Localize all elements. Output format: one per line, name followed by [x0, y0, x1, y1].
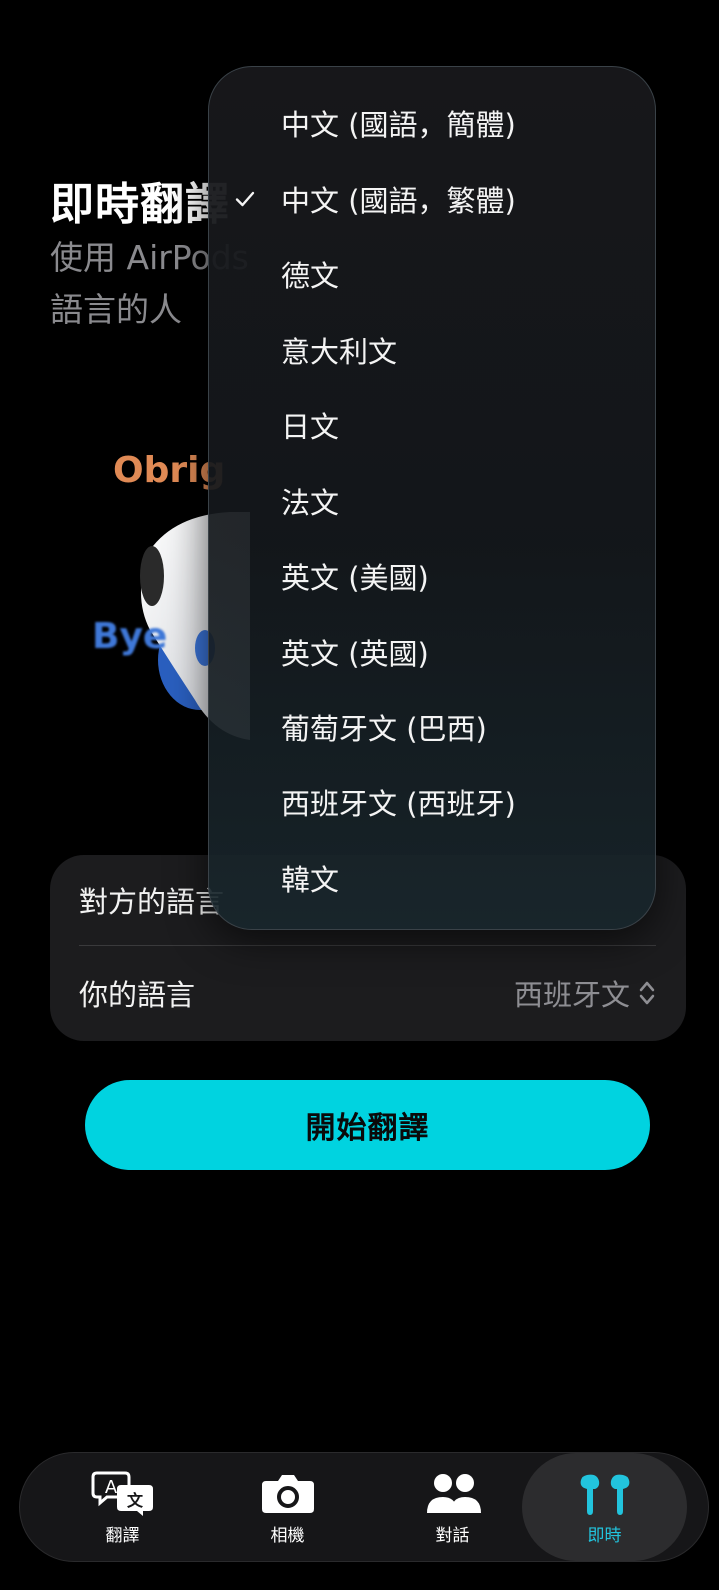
bottom-tab-bar: A 文 翻譯 相機 對話 即時	[19, 1452, 709, 1562]
camera-icon	[261, 1474, 314, 1513]
tab-conversation[interactable]: 對話	[370, 1453, 535, 1561]
menu-item-label: 中文 (國語，簡體)	[281, 108, 516, 142]
menu-item-chinese-simplified[interactable]: 中文 (國語，簡體)	[209, 87, 655, 159]
tab-translate[interactable]: A 文 翻譯	[40, 1453, 205, 1561]
menu-item-label: 葡萄牙文 (巴西)	[281, 712, 487, 746]
menu-item-portuguese-brazil[interactable]: 葡萄牙文 (巴西)	[209, 691, 655, 763]
menu-item-japanese[interactable]: 日文	[209, 389, 655, 461]
menu-item-german[interactable]: 德文	[209, 238, 655, 310]
language-dropdown-menu: 中文 (國語，簡體) 中文 (國語，繁體) 德文 意大利文 日文 法文 英文 (…	[208, 66, 656, 930]
your-language-picker[interactable]: 西班牙文	[514, 972, 656, 1014]
other-language-label: 對方的語言	[79, 885, 225, 919]
tab-label: 翻譯	[105, 1525, 140, 1546]
menu-item-spanish-spain[interactable]: 西班牙文 (西班牙)	[209, 766, 655, 838]
tab-camera[interactable]: 相機	[205, 1453, 370, 1561]
tab-label: 即時	[587, 1525, 622, 1546]
page-title: 即時翻譯	[50, 179, 230, 230]
checkmark-icon	[235, 191, 255, 207]
translate-icon: A 文	[91, 1471, 153, 1516]
menu-item-label: 意大利文	[281, 335, 398, 369]
menu-item-italian[interactable]: 意大利文	[209, 314, 655, 386]
your-language-value: 西班牙文	[513, 978, 630, 1012]
menu-item-english-us[interactable]: 英文 (美國)	[209, 540, 655, 612]
menu-item-label: 英文 (美國)	[281, 561, 429, 595]
people-icon	[426, 1473, 481, 1513]
your-language-row[interactable]: 你的語言 西班牙文	[79, 948, 656, 1038]
tab-live[interactable]: 即時	[522, 1453, 687, 1561]
menu-item-french[interactable]: 法文	[209, 465, 655, 537]
start-translation-button[interactable]: 開始翻譯	[85, 1080, 650, 1170]
menu-item-label: 日文	[281, 410, 340, 444]
illustration-word-bottom: Bye	[92, 616, 168, 657]
menu-item-english-uk[interactable]: 英文 (英國)	[209, 616, 655, 688]
menu-item-label: 英文 (英國)	[281, 637, 429, 671]
svg-text:A: A	[104, 1477, 117, 1498]
menu-item-korean[interactable]: 韓文	[209, 842, 655, 914]
menu-item-chinese-traditional[interactable]: 中文 (國語，繁體)	[209, 163, 655, 235]
menu-item-label: 法文	[281, 486, 340, 520]
menu-item-label: 韓文	[281, 863, 340, 897]
airpods-icon	[580, 1474, 629, 1515]
menu-item-label: 西班牙文 (西班牙)	[281, 787, 516, 821]
tab-label: 相機	[270, 1525, 305, 1546]
tab-label: 對話	[435, 1525, 470, 1546]
menu-item-label: 中文 (國語，繁體)	[281, 184, 516, 218]
chevron-up-down-icon	[639, 981, 655, 1005]
svg-text:文: 文	[126, 1491, 143, 1510]
your-language-label: 你的語言	[79, 978, 196, 1012]
menu-item-label: 德文	[281, 259, 340, 293]
